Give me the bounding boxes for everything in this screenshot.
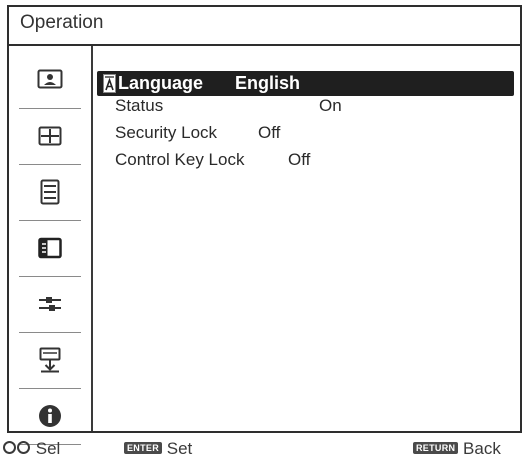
screen-icon: [38, 125, 62, 147]
return-key-icon: RETURN: [413, 442, 459, 454]
set-hint: ENTER Set: [124, 439, 192, 459]
menu-category-sidebar: [9, 46, 93, 445]
menu-content: Language English Status On Security Lock…: [93, 46, 520, 431]
sidebar-item-function[interactable]: [21, 221, 79, 275]
arrow-down-button-icon: [17, 441, 30, 454]
sidebar-item-connection[interactable]: [21, 277, 79, 331]
connection-icon: [37, 293, 63, 315]
sidebar-item-information[interactable]: [21, 389, 79, 443]
back-hint: RETURN Back: [413, 439, 501, 459]
sidebar-item-picture[interactable]: [21, 52, 79, 106]
setup-icon: [40, 179, 60, 205]
menu-item-label: Status: [115, 96, 164, 115]
menu-window: Operation Language English Status On Sec…: [7, 5, 522, 445]
select-hint-label: Sel: [35, 439, 61, 458]
footer-hints: Sel ENTER Set RETURN Back: [0, 437, 529, 459]
menu-item-value: On: [319, 96, 342, 115]
back-hint-label: Back: [463, 439, 501, 458]
menu-item-label: Control Key Lock: [115, 150, 245, 169]
menu-item-control-key-lock[interactable]: Control Key Lock Off: [115, 150, 415, 172]
enter-key-icon: ENTER: [124, 442, 163, 454]
language-icon: [103, 74, 116, 93]
menu-item-value: Off: [288, 150, 311, 169]
picture-icon: [37, 68, 63, 90]
installation-icon: [38, 347, 62, 373]
window-title: Operation: [20, 12, 104, 33]
function-icon: [38, 237, 62, 259]
set-hint-label: Set: [166, 439, 193, 458]
menu-item-value: English: [235, 73, 301, 93]
sidebar-item-installation[interactable]: [21, 333, 79, 387]
menu-item-label: Language: [118, 73, 204, 93]
sidebar-item-screen[interactable]: [21, 109, 79, 163]
sidebar-item-setup[interactable]: [21, 165, 79, 219]
information-icon: [38, 404, 62, 428]
menu-item-label: Security Lock: [115, 123, 218, 142]
menu-item-value: Off: [258, 123, 281, 142]
select-hint: Sel: [3, 439, 60, 459]
title-bar: Operation: [9, 7, 520, 46]
menu-item-security-lock[interactable]: Security Lock Off: [115, 123, 415, 145]
menu-item-status[interactable]: Status On: [115, 96, 415, 118]
arrow-up-button-icon: [3, 441, 16, 454]
menu-item-language[interactable]: Language English: [97, 71, 514, 96]
